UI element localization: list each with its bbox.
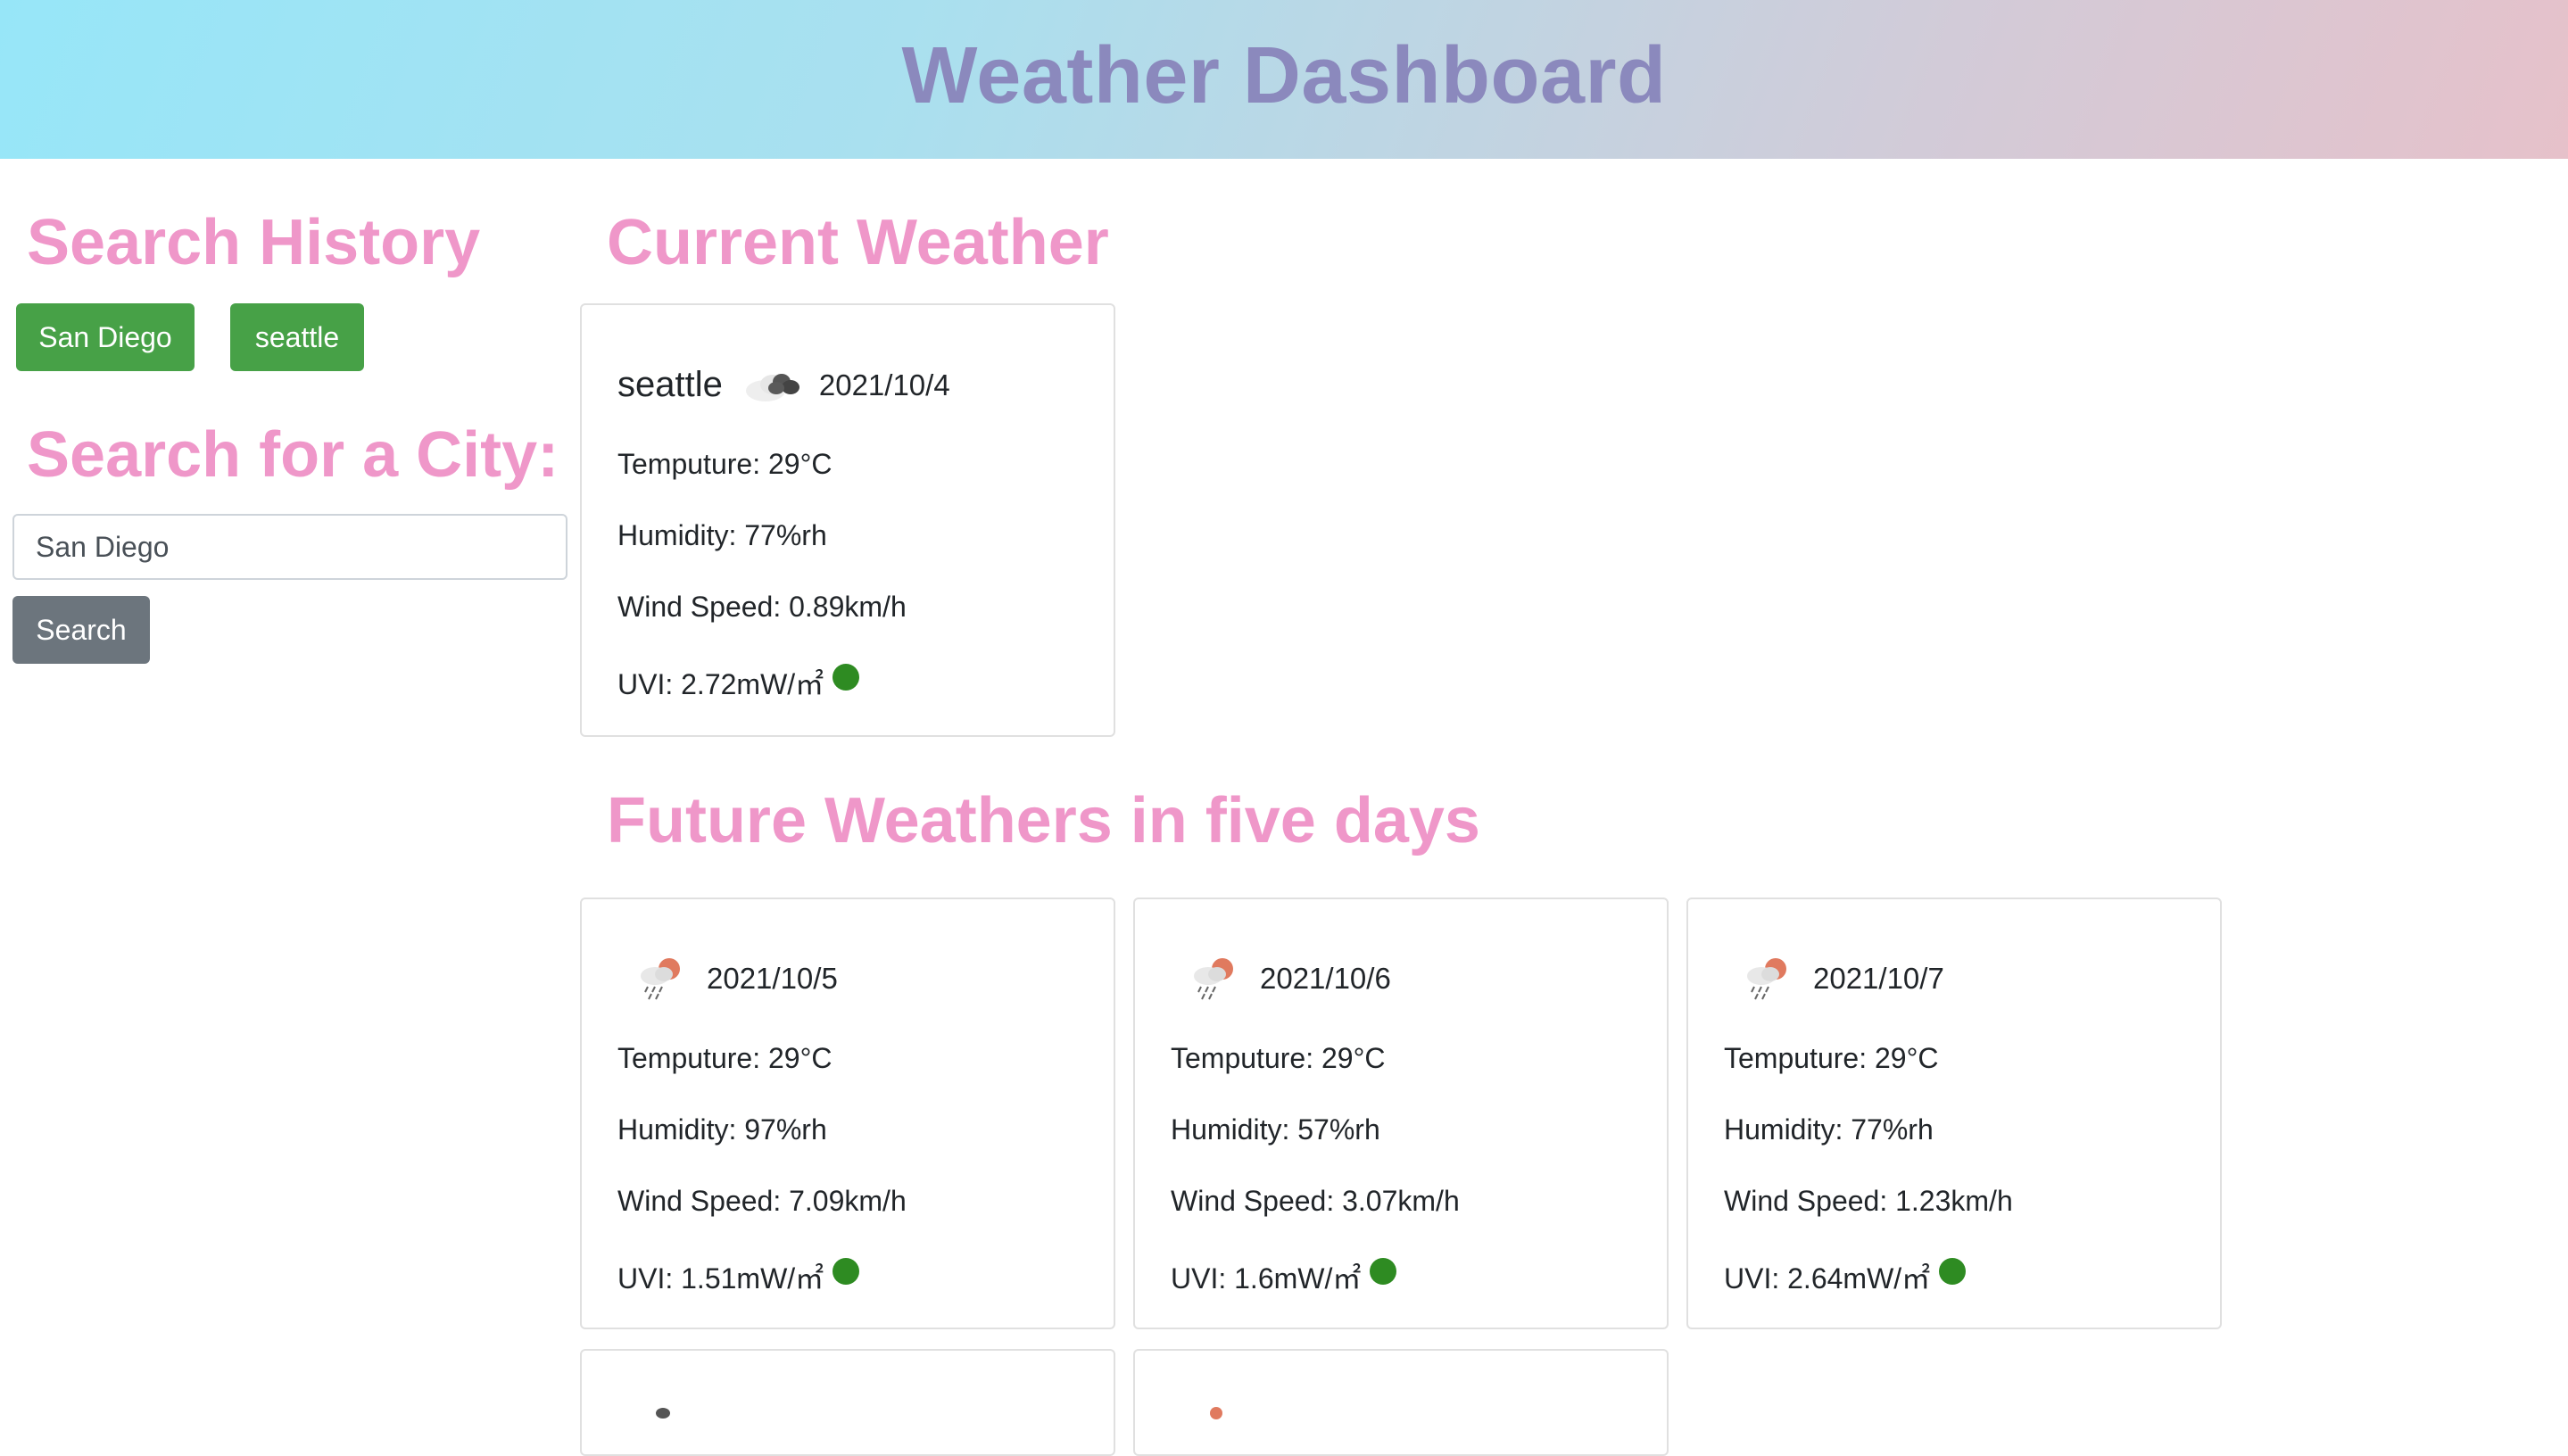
forecast-title-row: 2021/10/6 [1171, 951, 1391, 1005]
header-banner: Weather Dashboard [0, 0, 2568, 159]
forecast-humidity: Humidity: 77%rh [1724, 1113, 1934, 1146]
current-weather-heading: Current Weather [607, 207, 1109, 278]
current-date: 2021/10/4 [818, 368, 950, 401]
forecast-humidity: Humidity: 57%rh [1171, 1113, 1380, 1146]
current-humidity: Humidity: 77%rh [617, 519, 827, 551]
uvi-indicator-icon [833, 664, 860, 691]
rain-sun-icon [1740, 951, 1793, 1005]
uvi-indicator-icon [833, 1258, 860, 1285]
forecast-uvi-row: UVI: 1.51mW/㎡ [617, 1256, 860, 1297]
forecast-uvi: UVI: 2.64mW/㎡ [1724, 1262, 1931, 1295]
uvi-indicator-icon [1939, 1258, 1967, 1285]
forecast-uvi-row: UVI: 2.64mW/㎡ [1724, 1256, 1967, 1297]
forecast-temperature: Temputure: 29°C [1724, 1042, 1939, 1074]
forecast-heading: Future Weathers in five days [607, 785, 1480, 856]
forecast-uvi-row: UVI: 1.6mW/㎡ [1171, 1256, 1397, 1297]
current-temperature: Temputure: 29°C [617, 448, 833, 480]
forecast-wind-speed: Wind Speed: 3.07km/h [1171, 1185, 1460, 1217]
forecast-temperature: Temputure: 29°C [617, 1042, 833, 1074]
forecast-card-partial [580, 1349, 1115, 1456]
forecast-humidity: Humidity: 97%rh [617, 1113, 827, 1146]
search-city-heading: Search for a City: [27, 419, 559, 491]
city-search-input[interactable] [12, 514, 567, 580]
forecast-card: 2021/10/7 Temputure: 29°C Humidity: 77%r… [1686, 898, 2222, 1329]
forecast-date: 2021/10/6 [1260, 961, 1391, 995]
current-wind-speed: Wind Speed: 0.89km/h [617, 591, 907, 623]
current-weather-card: seattle 2021/10/4 Temputure: 29°C Humidi… [580, 303, 1115, 737]
forecast-date: 2021/10/5 [707, 961, 838, 995]
forecast-title-row: 2021/10/7 [1724, 951, 1944, 1005]
current-weather-title-row: seattle 2021/10/4 [617, 360, 950, 410]
uvi-indicator-icon [1370, 1258, 1397, 1285]
current-uvi: UVI: 2.72mW/㎡ [617, 668, 824, 700]
forecast-card: 2021/10/5 Temputure: 29°C Humidity: 97%r… [580, 898, 1115, 1329]
rain-sun-icon [1203, 1404, 1230, 1427]
cloudy-icon [742, 360, 805, 410]
forecast-title-row: 2021/10/5 [617, 951, 838, 1005]
current-city-name: seattle [617, 365, 723, 404]
rain-sun-icon [634, 951, 687, 1005]
forecast-card: 2021/10/6 Temputure: 29°C Humidity: 57%r… [1133, 898, 1669, 1329]
rain-sun-icon [1187, 951, 1240, 1005]
cloudy-icon [650, 1404, 676, 1427]
forecast-uvi: UVI: 1.51mW/㎡ [617, 1262, 824, 1295]
forecast-wind-speed: Wind Speed: 7.09km/h [617, 1185, 907, 1217]
search-history-heading: Search History [27, 207, 481, 278]
history-button-san-diego[interactable]: San Diego [16, 303, 195, 371]
page-title: Weather Dashboard [901, 30, 1667, 120]
forecast-wind-speed: Wind Speed: 1.23km/h [1724, 1185, 2013, 1217]
search-button[interactable]: Search [12, 596, 150, 664]
forecast-uvi: UVI: 1.6mW/㎡ [1171, 1262, 1362, 1295]
forecast-date: 2021/10/7 [1813, 961, 1944, 995]
forecast-temperature: Temputure: 29°C [1171, 1042, 1386, 1074]
history-button-seattle[interactable]: seattle [230, 303, 364, 371]
forecast-card-partial [1133, 1349, 1669, 1456]
current-uvi-row: UVI: 2.72mW/㎡ [617, 662, 860, 703]
